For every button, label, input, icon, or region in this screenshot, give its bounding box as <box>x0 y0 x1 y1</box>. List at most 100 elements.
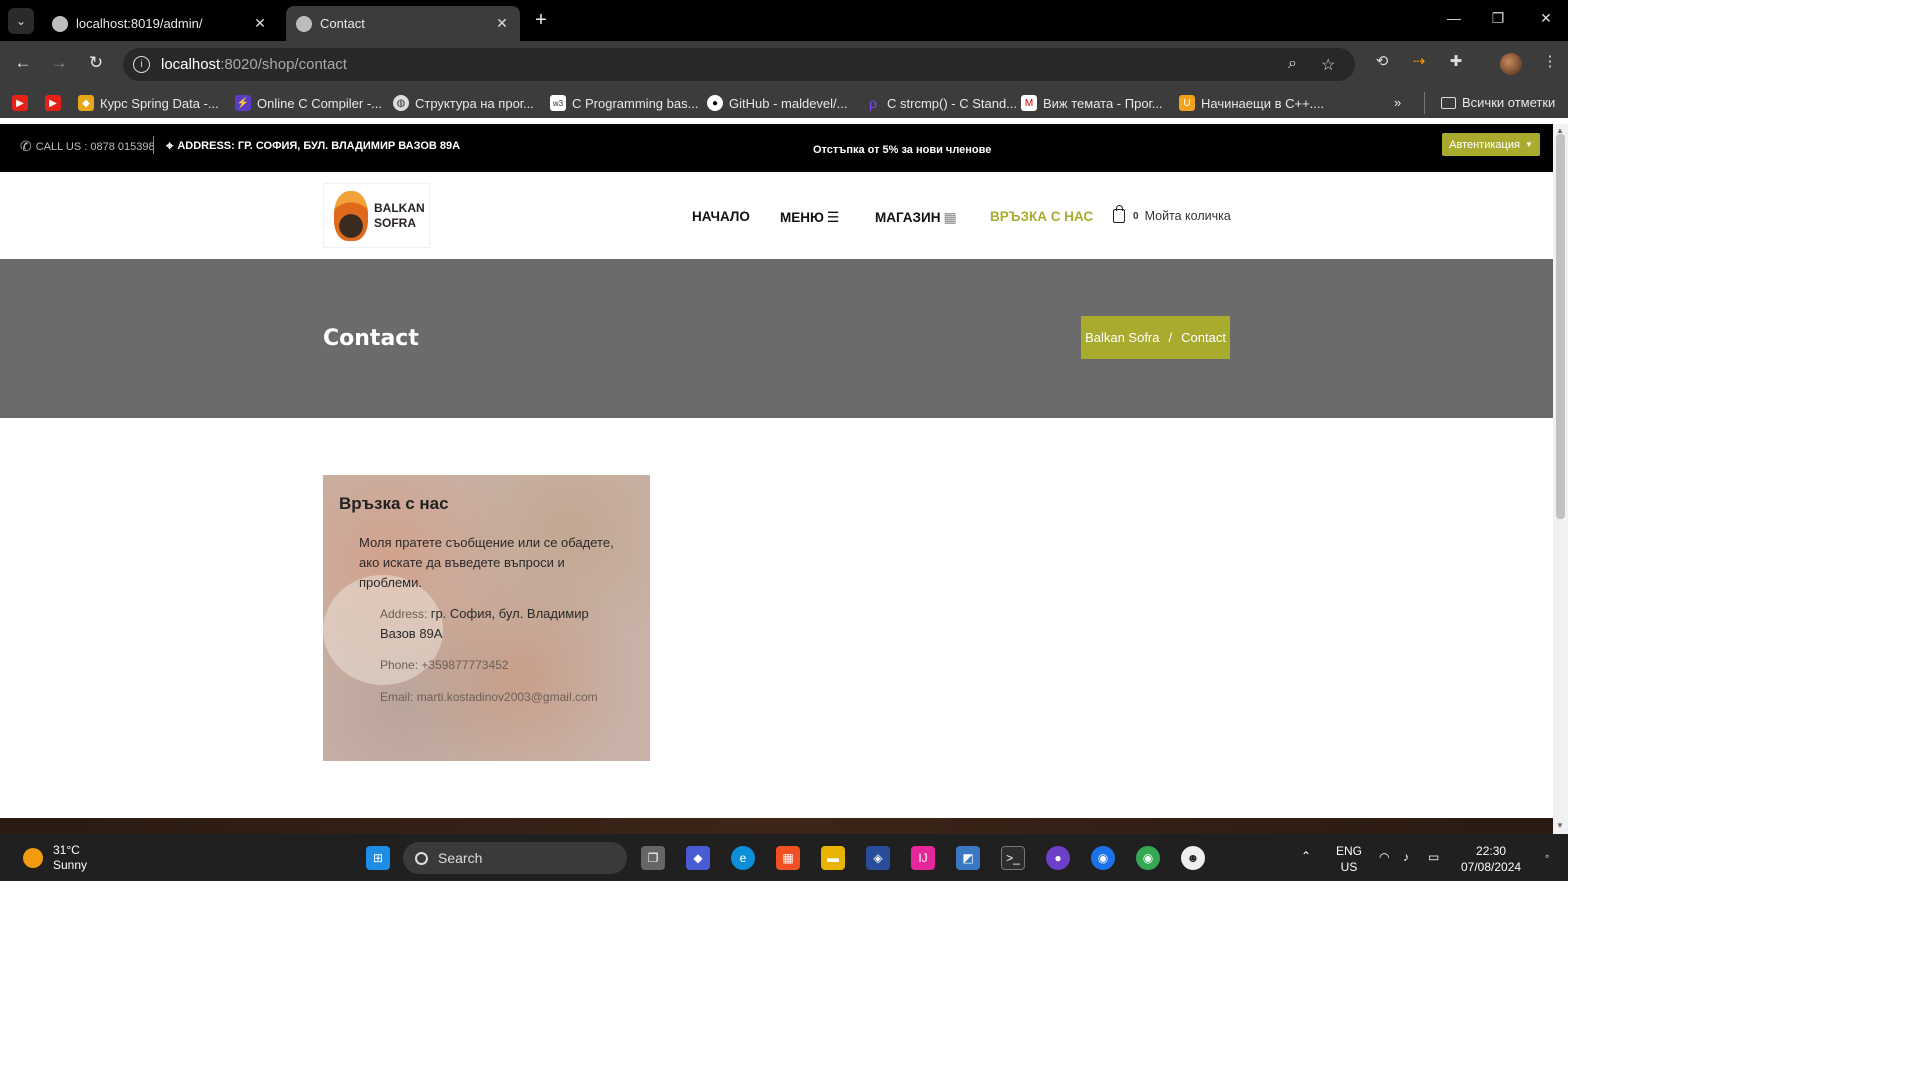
cart-label: Мойта количка <box>1144 209 1231 223</box>
folder-icon <box>1441 96 1456 109</box>
site-footer-edge <box>0 818 1553 834</box>
chrome-icon[interactable]: ◉ <box>1091 846 1115 870</box>
minimize-icon[interactable]: — <box>1444 10 1464 26</box>
language-indicator[interactable]: ENG US <box>1336 843 1362 875</box>
nav-menu[interactable]: МЕНЮ ☰ <box>780 209 839 226</box>
promo-text: Отстъпка от 5% за нови членове <box>813 144 992 156</box>
task-view-icon[interactable]: ❐ <box>641 846 665 870</box>
bookmark-spring[interactable]: ◆ Курс Spring Data -... <box>78 95 219 111</box>
panda-app-icon[interactable]: ☻ <box>1181 846 1205 870</box>
store-icon[interactable]: ▦ <box>776 846 800 870</box>
bookmark-compiler[interactable]: ⚡ Online C Compiler -... <box>235 95 382 111</box>
github-desktop-icon[interactable]: ● <box>1046 846 1070 870</box>
auth-label: Автентикация <box>1449 138 1520 151</box>
battery-icon[interactable]: ▭ <box>1428 849 1439 865</box>
site-info-icon[interactable]: i <box>133 56 150 73</box>
tab-contact[interactable]: Contact ✕ <box>286 6 520 41</box>
w3-icon: w3 <box>550 95 566 111</box>
new-tab-button[interactable]: + <box>530 9 552 31</box>
contact-card-title: Връзка с нас <box>339 494 449 513</box>
tab-strip: ⌄ localhost:8019/admin/ ✕ Contact ✕ + — … <box>0 0 1568 41</box>
edge-icon[interactable]: e <box>731 846 755 870</box>
keyboard-layout: US <box>1340 860 1358 874</box>
forward-icon[interactable]: → <box>47 53 71 73</box>
nav-contact[interactable]: ВРЪЗКА С НАС <box>990 209 1093 224</box>
globe-icon: ◍ <box>393 95 409 111</box>
more-menu-icon[interactable]: ⋮ <box>1540 52 1560 72</box>
wifi-icon[interactable]: ◠ <box>1379 849 1389 865</box>
mysql-workbench-icon[interactable]: ◩ <box>956 846 980 870</box>
chrome-profile-icon[interactable]: ◉ <box>1136 846 1160 870</box>
extensions-puzzle-icon[interactable]: ✚ <box>1446 52 1466 72</box>
tab-admin[interactable]: localhost:8019/admin/ ✕ <box>42 6 278 41</box>
youtube-bookmark[interactable]: ▶ <box>12 95 34 111</box>
search-icon <box>415 851 428 865</box>
address-text: ADDRESS: ГР. СОФИЯ, БУЛ. ВЛАДИМИР ВАЗОВ … <box>177 140 461 152</box>
bookmark-label: Курс Spring Data -... <box>100 95 219 111</box>
bookmark-label: C strcmp() - C Stand... <box>887 95 1018 111</box>
more-bookmarks-icon[interactable]: » <box>1394 95 1401 110</box>
breadcrumb-home[interactable]: Balkan Sofra <box>1085 330 1159 345</box>
terminal-icon[interactable]: >_ <box>1001 846 1025 870</box>
bookmark-w3[interactable]: w3 C Programming bas... <box>550 95 698 111</box>
tray-overflow-icon[interactable]: ⌃ <box>1301 848 1311 864</box>
site-topbar: ✆ CALL US : 0878 015398 ⌖ ADDRESS: ГР. С… <box>0 124 1553 172</box>
all-bookmarks[interactable]: Всички отметки <box>1441 95 1555 110</box>
copilot-icon[interactable]: ◆ <box>686 846 710 870</box>
bookmark-programiz[interactable]: ρ C strcmp() - C Stand... <box>865 95 1017 111</box>
page-scrollbar[interactable]: ▲ ▼ <box>1553 124 1568 834</box>
scrollbar-thumb[interactable] <box>1556 134 1565 519</box>
udemy-icon: U <box>1179 95 1195 111</box>
profile-avatar[interactable] <box>1500 53 1522 75</box>
amazon-extension-icon[interactable]: ⇢ <box>1409 52 1429 72</box>
close-window-icon[interactable]: ✕ <box>1536 10 1556 27</box>
email-value[interactable]: marti.kostadinov2003@gmail.com <box>417 690 598 704</box>
reload-icon[interactable]: ↻ <box>84 53 108 73</box>
weather-widget[interactable]: 31°C Sunny <box>23 843 87 873</box>
globe-icon <box>52 15 68 32</box>
bookmark-star-icon[interactable]: ☆ <box>1321 55 1335 75</box>
topbar-phone: ✆ CALL US : 0878 015398 <box>20 138 155 155</box>
phone-icon: ✆ <box>20 138 32 154</box>
programiz-icon: ρ <box>869 95 877 111</box>
url-text[interactable]: localhost:8020/shop/contact <box>161 56 347 73</box>
remote-app-icon[interactable]: ◈ <box>866 846 890 870</box>
nav-home[interactable]: НАЧАЛО <box>692 209 750 224</box>
site-logo[interactable]: BALKAN SOFRA <box>323 183 430 248</box>
windows-start-icon[interactable]: ⊞ <box>366 846 390 870</box>
restore-icon[interactable]: ❐ <box>1488 10 1508 27</box>
zoom-icon[interactable]: ⌕ <box>1288 55 1297 73</box>
bookmark-label: C Programming bas... <box>572 95 699 111</box>
bookmark-structure[interactable]: ◍ Структура на прог... <box>393 95 534 111</box>
language-code: ENG <box>1336 844 1363 858</box>
back-icon[interactable]: ← <box>11 53 35 73</box>
page-viewport: ✆ CALL US : 0878 015398 ⌖ ADDRESS: ГР. С… <box>0 124 1553 818</box>
hamburger-icon: ☰ <box>826 209 840 225</box>
extension-sync-icon[interactable]: ⟲ <box>1372 52 1392 72</box>
auth-dropdown-button[interactable]: Автентикация ▼ <box>1442 133 1540 156</box>
address-bar[interactable]: i localhost:8020/shop/contact ⌕ ☆ <box>123 48 1355 81</box>
contact-card: Връзка с нас Моля пратете съобщение или … <box>323 475 650 761</box>
close-icon[interactable]: ✕ <box>494 15 510 32</box>
close-icon[interactable]: ✕ <box>252 15 268 32</box>
file-explorer-icon[interactable]: ▬ <box>821 846 845 870</box>
logo-line-2: SOFRA <box>374 215 416 230</box>
intellij-icon[interactable]: IJ <box>911 846 935 870</box>
clock-date: 07/08/2024 <box>1461 860 1522 874</box>
nav-shop[interactable]: МАГАЗИН ▦ <box>875 209 957 226</box>
page-title: Contact <box>323 326 419 351</box>
cart-link[interactable]: 0 Мойта количка <box>1113 205 1231 223</box>
phone-value[interactable]: +359877773452 <box>421 658 508 672</box>
address-label: Address: <box>380 607 428 621</box>
notification-icon[interactable]: ◦ <box>1545 848 1549 864</box>
scroll-down-icon[interactable]: ▼ <box>1556 821 1564 830</box>
tab-search-button[interactable]: ⌄ <box>8 8 34 34</box>
bookmark-forum[interactable]: M Виж темата - Прог... <box>1021 95 1163 111</box>
volume-icon[interactable]: ♪ <box>1403 849 1409 865</box>
bookmark-udemy[interactable]: U Начинаещи в C++.... <box>1179 95 1324 111</box>
clock[interactable]: 22:30 07/08/2024 <box>1461 843 1521 875</box>
youtube-bookmark-2[interactable]: ▶ <box>45 95 67 111</box>
taskbar-search[interactable]: Search <box>403 842 627 874</box>
spring-icon: ◆ <box>78 95 94 111</box>
bookmark-github[interactable]: ● GitHub - maldevel/... <box>707 95 848 111</box>
